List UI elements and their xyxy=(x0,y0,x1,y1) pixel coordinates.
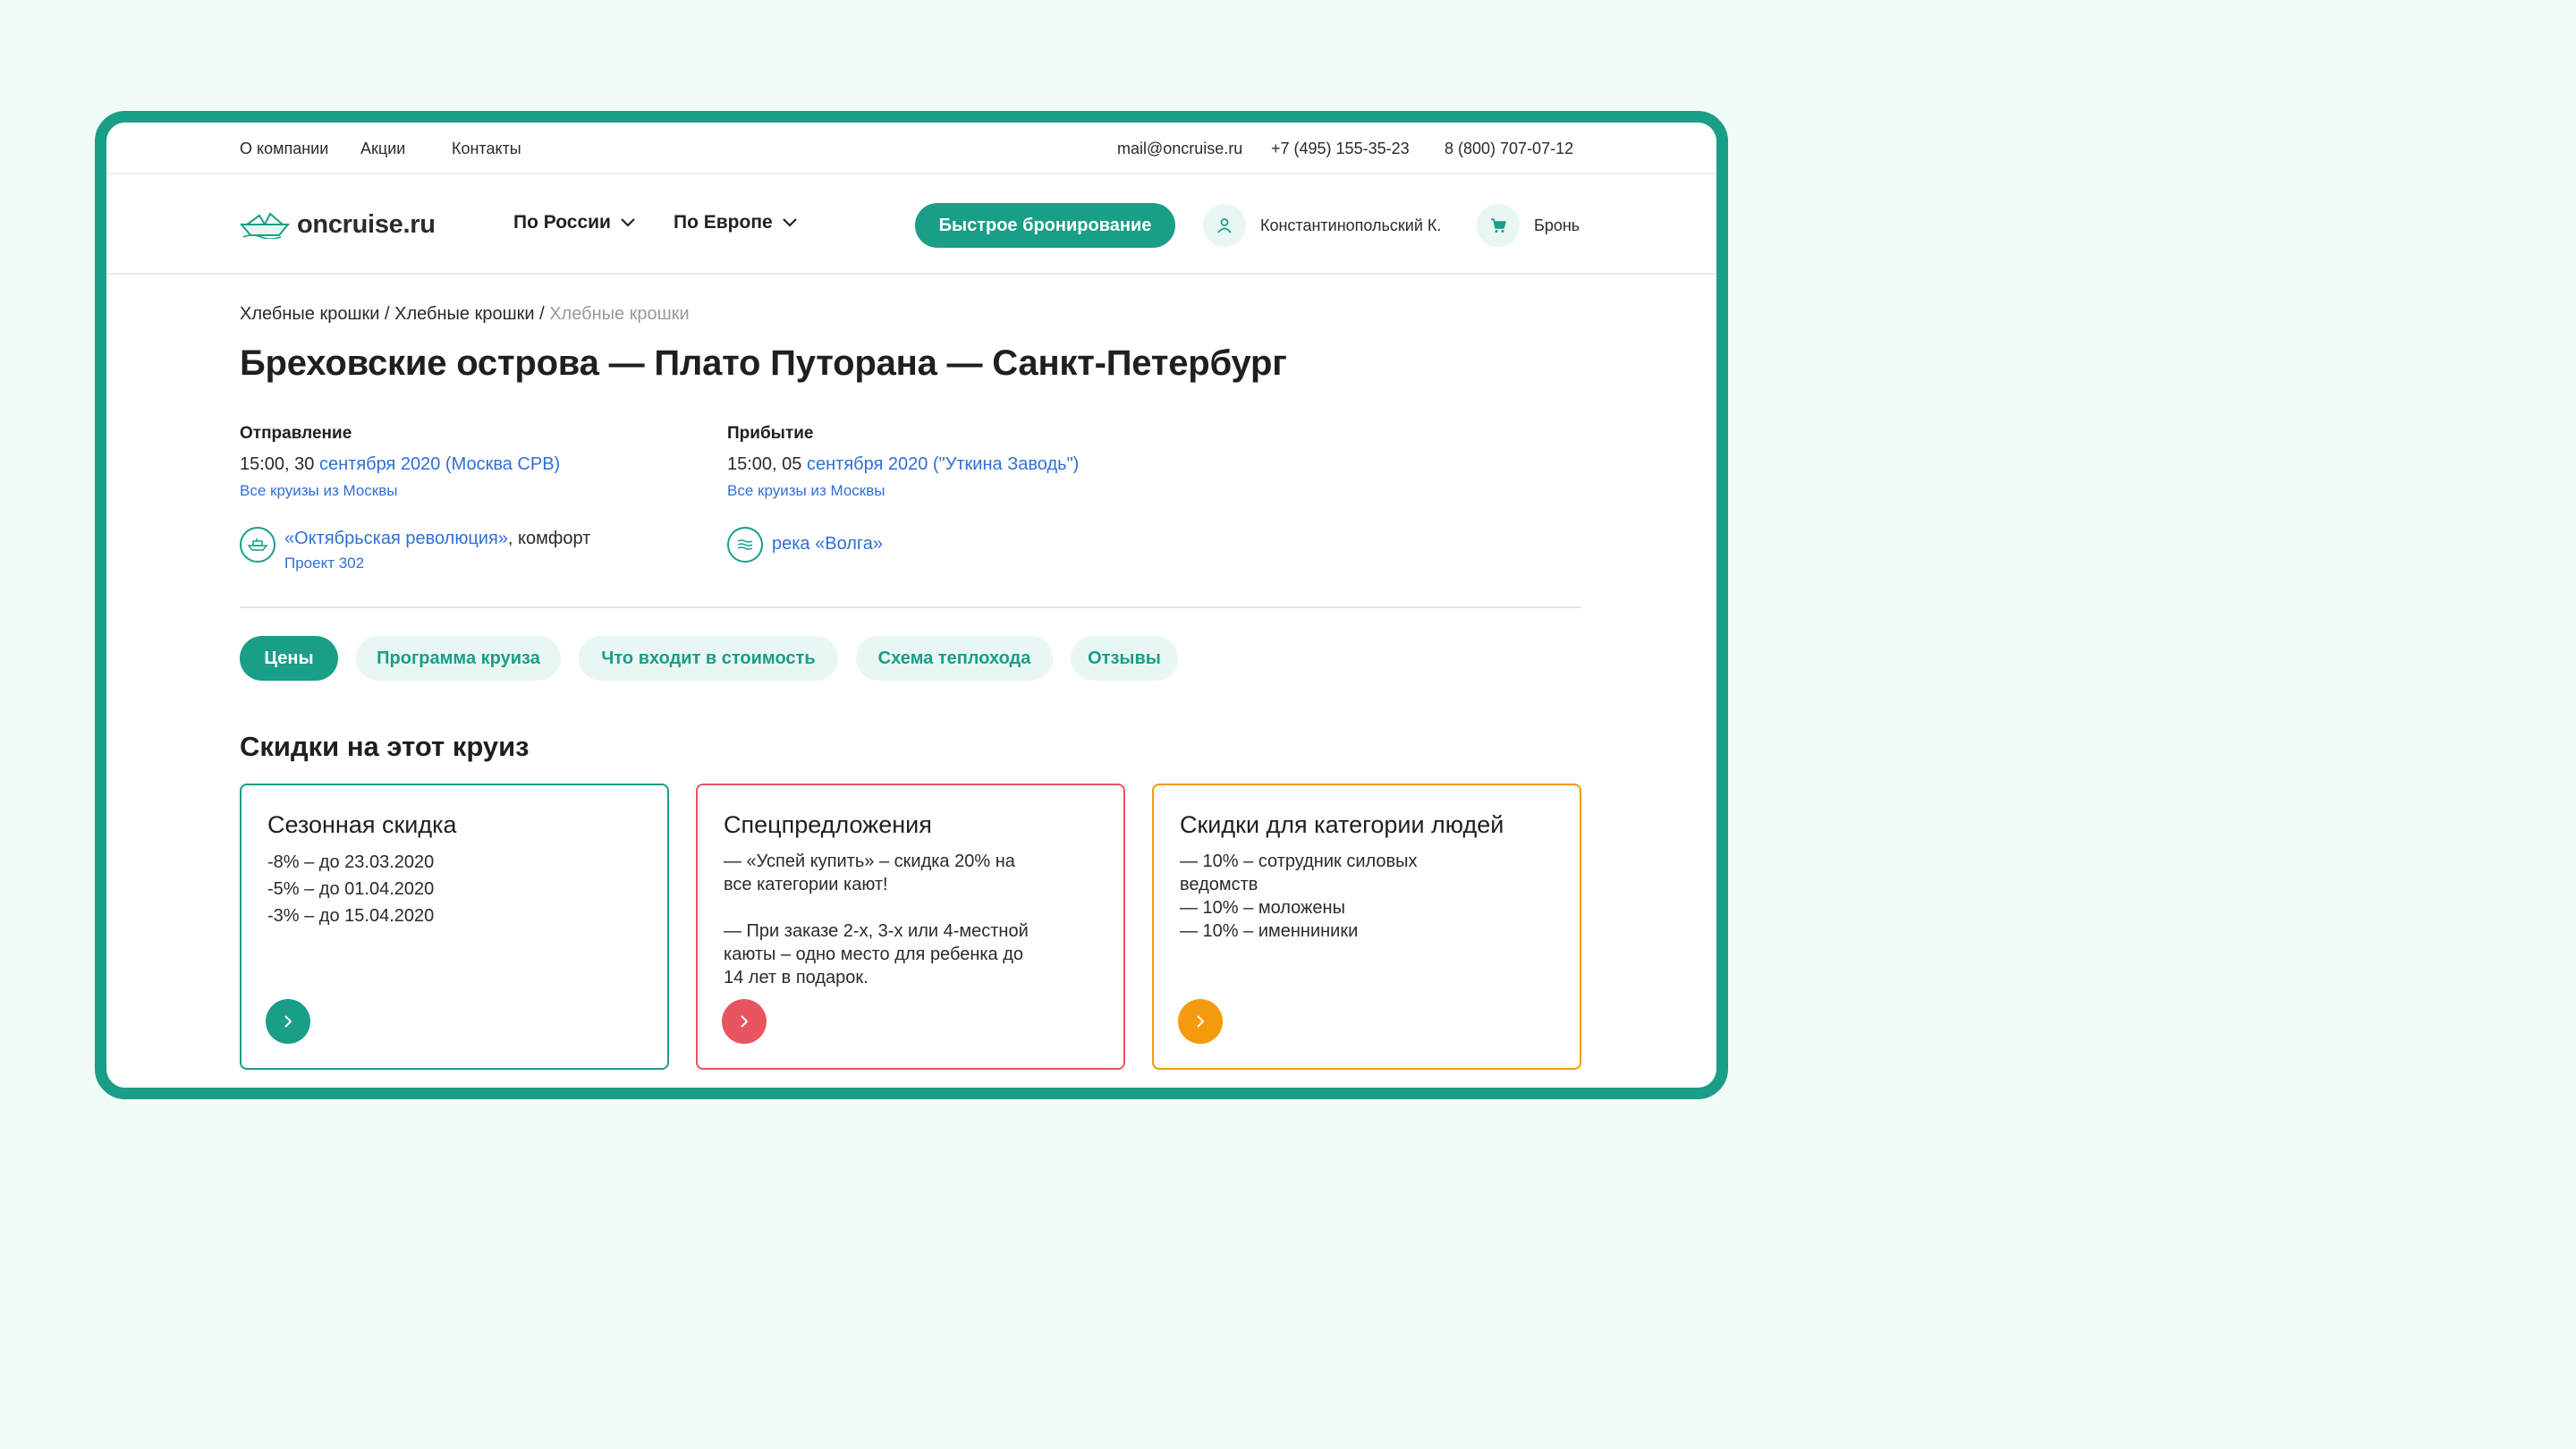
card-line: -5% – до 01.04.2020 xyxy=(267,879,435,899)
tab-ship-scheme[interactable]: Схема теплохода xyxy=(856,636,1053,681)
card-body: -8% – до 23.03.2020 -5% – до 01.04.2020 … xyxy=(267,849,643,929)
ship-project-link[interactable]: Проект 302 xyxy=(284,555,590,572)
card-body: — «Успей купить» – скидка 20% на все кат… xyxy=(724,850,1099,989)
categories-more-button[interactable] xyxy=(1178,999,1223,1044)
seasonal-more-button[interactable] xyxy=(266,999,310,1044)
topbar-link-about[interactable]: О компании xyxy=(240,140,328,158)
ship-icon xyxy=(240,527,275,563)
topbar-email[interactable]: mail@oncruise.ru xyxy=(1117,140,1242,158)
topbar-phone-2[interactable]: 8 (800) 707-07-12 xyxy=(1445,140,1573,158)
arrival-date-link[interactable]: сентября 2020 ("Уткина Заводь") xyxy=(807,454,1079,474)
breadcrumb-item[interactable]: Хлебные крошки xyxy=(240,304,379,324)
breadcrumb-current: Хлебные крошки xyxy=(549,304,690,324)
breadcrumb: Хлебные крошки / Хлебные крошки / Хлебны… xyxy=(240,304,690,324)
arrival-time: 15:00, 05 xyxy=(727,454,802,474)
tab-prices[interactable]: Цены xyxy=(240,636,338,681)
nav-russia[interactable]: По России xyxy=(513,212,636,233)
ship-name-line: «Октябрьская революция», комфорт xyxy=(284,527,590,549)
page-title: Бреховские острова — Плато Путорана — Са… xyxy=(240,343,1287,383)
card-body: — 10% – сотрудник силовых ведомств — 10%… xyxy=(1180,850,1555,943)
header: oncruise.ru По России По Европе Быстрое … xyxy=(106,174,1716,275)
arrival-label: Прибытие xyxy=(727,424,814,443)
card-line: все категории кают! xyxy=(724,875,888,894)
tabs: Цены Программа круиза Что входит в стоим… xyxy=(240,636,1196,681)
ship-class: , комфорт xyxy=(507,529,591,548)
divider xyxy=(240,606,1581,608)
departure-time: 15:00, 30 xyxy=(240,454,315,474)
breadcrumb-item[interactable]: Хлебные крошки xyxy=(394,304,534,324)
card-line: — 10% – сотрудник силовых xyxy=(1180,852,1418,871)
card-line: каюты – одно место для ребенка до xyxy=(724,945,1024,964)
quick-booking-button[interactable]: Быстрое бронирование xyxy=(915,203,1175,248)
tab-program[interactable]: Программа круиза xyxy=(356,636,561,681)
discount-card-special: Спецпредложения — «Успей купить» – скидк… xyxy=(696,784,1125,1070)
ship-name-link[interactable]: «Октябрьская революция» xyxy=(284,529,508,548)
arrival-all-cruises-link[interactable]: Все круизы из Москвы xyxy=(727,482,1079,500)
chevron-right-icon xyxy=(284,1015,292,1028)
card-title: Сезонная скидка xyxy=(267,811,457,838)
card-line: ведомств xyxy=(1180,875,1258,894)
card-title: Скидки для категории людей xyxy=(1180,811,1504,838)
card-line: 14 лет в подарок. xyxy=(724,968,869,987)
river-link[interactable]: река «Волга» xyxy=(772,527,883,555)
departure-value: 15:00, 30 сентября 2020 (Москва СРВ) xyxy=(240,454,560,475)
card-line: — При заказе 2-х, 3-х или 4-местной xyxy=(724,921,1029,941)
logo-text: oncruise.ru xyxy=(297,210,436,239)
user-name[interactable]: Константинопольский К. xyxy=(1260,216,1441,235)
arrival-value: 15:00, 05 сентября 2020 ("Уткина Заводь"… xyxy=(727,454,1079,475)
nav-russia-label: По России xyxy=(513,212,611,233)
paper-boat-icon xyxy=(240,211,290,239)
browser-frame: О компании Акции Контакты mail@oncruise.… xyxy=(95,111,1728,1099)
card-line: — «Успей купить» – скидка 20% на xyxy=(724,852,1015,871)
ship-text: «Октябрьская революция», комфорт Проект … xyxy=(284,527,590,572)
chevron-right-icon xyxy=(741,1015,749,1028)
discounts-title: Скидки на этот круиз xyxy=(240,731,530,762)
topbar-link-promotions[interactable]: Акции xyxy=(360,140,405,158)
card-line: -8% – до 23.03.2020 xyxy=(267,852,435,872)
card-line: -3% – до 15.04.2020 xyxy=(267,906,435,926)
discount-card-categories: Скидки для категории людей — 10% – сотру… xyxy=(1152,784,1581,1070)
tab-included[interactable]: Что входит в стоимость xyxy=(579,636,838,681)
card-spacer xyxy=(724,896,1099,919)
cart-icon[interactable] xyxy=(1477,204,1520,247)
chevron-down-icon xyxy=(621,218,635,227)
nav-europe[interactable]: По Европе xyxy=(674,212,798,233)
river-name: река «Волга» xyxy=(772,534,884,554)
special-more-button[interactable] xyxy=(722,999,767,1044)
card-line: — 10% – именниники xyxy=(1180,921,1359,941)
user-icon[interactable] xyxy=(1203,204,1246,247)
ship-info: «Октябрьская революция», комфорт Проект … xyxy=(240,527,590,572)
topbar-phone-1[interactable]: +7 (495) 155-35-23 xyxy=(1271,140,1410,158)
card-line: — 10% – моложены xyxy=(1180,898,1345,918)
nav-europe-label: По Европе xyxy=(674,212,773,233)
departure-date-link[interactable]: сентября 2020 (Москва СРВ) xyxy=(319,454,560,474)
card-title: Спецпредложения xyxy=(724,811,932,838)
river-info: река «Волга» xyxy=(727,527,883,563)
discount-card-seasonal: Сезонная скидка -8% – до 23.03.2020 -5% … xyxy=(240,784,669,1070)
departure-label: Отправление xyxy=(240,424,352,443)
waves-icon xyxy=(727,527,763,563)
departure-block: Отправление 15:00, 30 сентября 2020 (Мос… xyxy=(240,424,560,500)
topbar-link-contacts[interactable]: Контакты xyxy=(452,140,521,158)
chevron-right-icon xyxy=(1197,1015,1205,1028)
cart-label[interactable]: Бронь xyxy=(1534,216,1580,235)
chevron-down-icon xyxy=(782,218,797,227)
arrival-block: Прибытие 15:00, 05 сентября 2020 ("Уткин… xyxy=(727,424,1079,500)
top-bar: О компании Акции Контакты mail@oncruise.… xyxy=(106,123,1716,174)
logo[interactable]: oncruise.ru xyxy=(240,210,436,240)
tab-reviews[interactable]: Отзывы xyxy=(1071,636,1178,681)
departure-all-cruises-link[interactable]: Все круизы из Москвы xyxy=(240,482,560,500)
